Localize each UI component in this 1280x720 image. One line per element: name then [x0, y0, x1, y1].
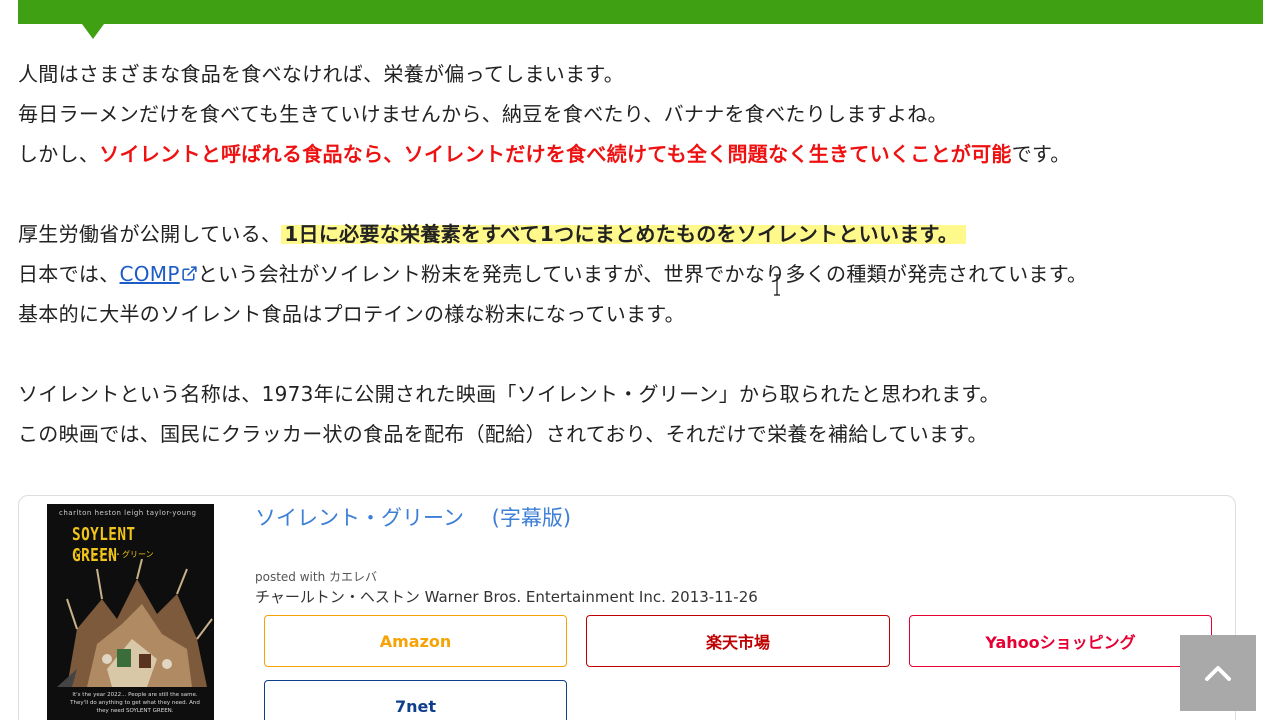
yahoo-shopping-button[interactable]: Yahooショッピング [909, 615, 1212, 667]
section-heading-arrow [82, 24, 104, 39]
poster-artwork [57, 559, 213, 687]
text: ソイレントという名称は、1973年に公開された映画「ソイレント・グリーン」から取… [18, 382, 1000, 406]
text: 厚生労働省が公開している、 [18, 222, 282, 246]
poster-tagline: It's the year 2022... People are still t… [70, 692, 200, 714]
highlighted-text: 1日に必要な栄養素をすべて1つにまとめたものをソイレントといいます。 [281, 222, 967, 246]
paragraph-line: 厚生労働省が公開している、 1日に必要な栄養素をすべて1つにまとめたものをソイレン… [18, 214, 1268, 254]
amazon-button[interactable]: Amazon [264, 615, 567, 667]
text: という会社がソイレント粉末を発売していますが、世界でかなり多くの種類が発売されて… [197, 262, 1088, 286]
text: 毎日ラーメンだけを食べても生きていけませんから、納豆を食べたり、バナナを食べたり… [18, 102, 948, 126]
text: しかし、 [18, 142, 100, 166]
emphasis-text: ソイレントと呼ばれる食品なら、ソイレントだけを食べ続けても全く問題なく生きていく… [99, 142, 1012, 166]
chevron-up-icon [1205, 666, 1231, 681]
sevennet-button[interactable]: 7net [264, 680, 567, 720]
text: 人間はさまざまな食品を食べなければ、栄養が偏ってしまいます。 [18, 62, 624, 86]
product-info: チャールトン・ヘストン Warner Bros. Entertainment I… [255, 588, 758, 606]
paragraph-line: 基本的に大半のソイレント食品はプロテインの様な粉末になっています。 [18, 294, 1268, 334]
paragraph-line: 人間はさまざまな食品を食べなければ、栄養が偏ってしまいます。 [18, 54, 1268, 94]
text: 基本的に大半のソイレント食品はプロテインの様な粉末になっています。 [18, 302, 685, 326]
text: この映画では、国民にクラッカー状の食品を配布（配給）されており、それだけで栄養を… [18, 422, 988, 446]
external-link-icon [182, 266, 197, 281]
comp-link-label: COMP [119, 262, 180, 286]
text: です。 [1011, 142, 1071, 166]
paragraph-line: この映画では、国民にクラッカー状の食品を配布（配給）されており、それだけで栄養を… [18, 414, 1268, 454]
rakuten-button[interactable]: 楽天市場 [586, 615, 890, 667]
article-body: 人間はさまざまな食品を食べなければ、栄養が偏ってしまいます。 毎日ラーメンだけを… [18, 54, 1268, 454]
posted-with-label: posted with カエレバ [255, 570, 378, 584]
product-title-link[interactable]: ソイレント・グリーン (字幕版) [255, 502, 571, 532]
text-cursor-icon [774, 274, 780, 296]
paragraph-line: 毎日ラーメンだけを食べても生きていけませんから、納豆を食べたり、バナナを食べたり… [18, 94, 1268, 134]
paragraph-line: しかし、ソイレントと呼ばれる食品なら、ソイレントだけを食べ続けても全く問題なく生… [18, 134, 1268, 174]
movie-poster-image[interactable]: charlton heston leigh taylor-young SOYLE… [47, 504, 214, 720]
paragraph-line: ソイレントという名称は、1973年に公開された映画「ソイレント・グリーン」から取… [18, 374, 1268, 414]
comp-link[interactable]: COMP [120, 262, 198, 286]
product-card: charlton heston leigh taylor-young SOYLE… [18, 495, 1236, 720]
page: 人間はさまざまな食品を食べなければ、栄養が偏ってしまいます。 毎日ラーメンだけを… [0, 0, 1280, 720]
back-to-top-button[interactable] [1180, 635, 1256, 711]
section-heading-bar [18, 0, 1263, 24]
paragraph-line: 日本では、COMP という会社がソイレント粉末を発売していますが、世界でかなり多く… [18, 254, 1268, 294]
text: 日本では、 [18, 262, 120, 286]
poster-credits: charlton heston leigh taylor-young [59, 509, 197, 517]
